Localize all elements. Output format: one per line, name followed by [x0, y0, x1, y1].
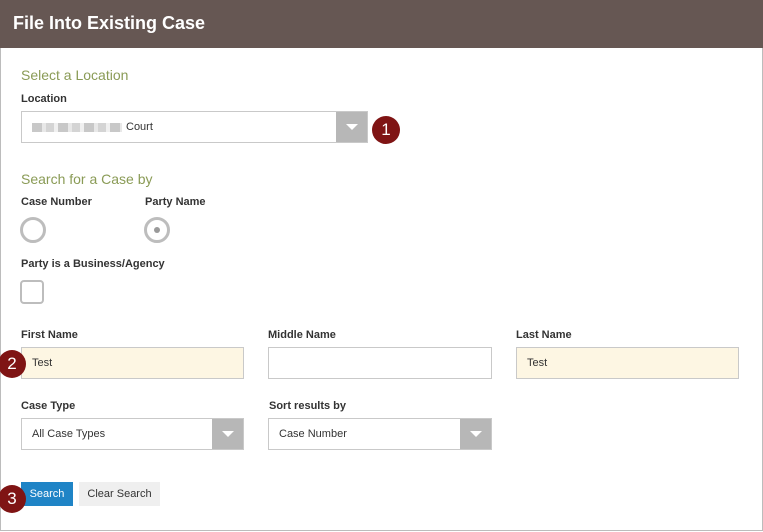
chevron-down-icon[interactable]: [336, 112, 367, 142]
search-button[interactable]: Search: [21, 482, 73, 506]
last-name-label: Last Name: [516, 329, 572, 341]
sort-label: Sort results by: [269, 400, 347, 412]
case-type-selected-value: All Case Types: [32, 428, 106, 440]
first-name-label: First Name: [21, 329, 78, 341]
business-checkbox-label: Party is a Business/Agency: [21, 258, 165, 270]
chevron-down-icon[interactable]: [460, 419, 491, 449]
middle-name-field[interactable]: [268, 347, 492, 379]
radio-label-party-name: Party Name: [145, 196, 206, 208]
redacted-location-name: [32, 122, 122, 132]
page-header: File Into Existing Case: [0, 0, 763, 48]
location-label: Location: [21, 93, 67, 105]
case-type-label: Case Type: [21, 400, 76, 412]
clear-search-button[interactable]: Clear Search: [79, 482, 160, 506]
radio-label-case-number: Case Number: [21, 196, 92, 208]
last-name-field[interactable]: Test: [516, 347, 739, 379]
radio-party-name[interactable]: [144, 217, 170, 243]
radio-case-number[interactable]: [20, 217, 46, 243]
location-selected-value: Court: [126, 121, 153, 133]
sort-selected-value: Case Number: [279, 428, 347, 440]
chevron-down-icon[interactable]: [212, 419, 243, 449]
case-type-select[interactable]: All Case Types: [21, 418, 244, 450]
location-select[interactable]: Court: [21, 111, 368, 143]
first-name-field[interactable]: Test: [21, 347, 244, 379]
middle-name-label: Middle Name: [268, 329, 336, 341]
search-section-title: Search for a Case by: [21, 171, 153, 187]
business-checkbox[interactable]: [20, 280, 44, 304]
page-title: File Into Existing Case: [13, 13, 206, 33]
sort-select[interactable]: Case Number: [268, 418, 492, 450]
location-section-title: Select a Location: [21, 67, 129, 83]
step-badge-1: 1: [372, 116, 400, 144]
